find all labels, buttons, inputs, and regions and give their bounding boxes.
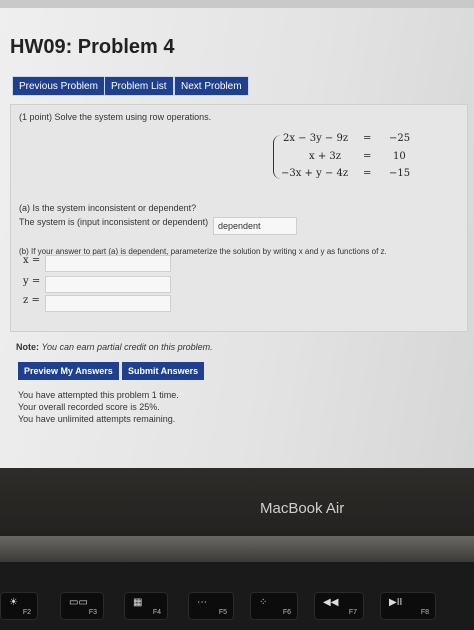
y-answer-input[interactable] [45,276,171,293]
score-status: Your overall recorded score is 25%. [18,402,160,412]
equation-1-lhs: 2x − 3y − 9z [283,133,349,144]
part-a-prompt: The system is (input inconsistent or dep… [19,217,209,227]
laptop-hinge [0,536,474,562]
brightness-up-icon: ☀ [9,597,18,608]
remaining-status: You have unlimited attempts remaining. [18,414,176,424]
problem-panel: (1 point) Solve the system using row ope… [10,104,468,332]
launchpad-icon: ▦ [133,597,143,608]
equation-2-lhs: x + 3z [309,151,342,162]
equation-1-rhs: −25 [389,133,411,144]
device-brand-label: MacBook Air [260,500,345,517]
browser-screen: HW09: Problem 4 Previous Problem Problem… [0,0,474,468]
browser-top-bar [0,0,474,8]
keyboard-light-up-key[interactable]: ⁘ F6 [250,592,298,620]
keyboard-light-up-icon: ⁘ [259,597,268,608]
attempts-status: You have attempted this problem 1 time. [18,390,179,400]
keyboard-light-down-key[interactable]: ⋯ F5 [188,592,234,620]
submit-answers-button[interactable]: Submit Answers [122,362,205,380]
play-pause-icon: ▶II [389,597,403,608]
mission-control-key[interactable]: ▭▭ F3 [60,592,104,620]
partial-credit-note: Note: You can earn partial credit on thi… [16,342,213,352]
y-label: y = [23,276,41,287]
z-answer-input[interactable] [45,295,171,312]
equation-3-rhs: −15 [389,168,411,179]
keyboard-light-down-icon: ⋯ [197,597,207,608]
previous-problem-button[interactable]: Previous Problem [12,76,105,96]
system-type-input[interactable]: dependent [213,217,297,235]
preview-answers-button[interactable]: Preview My Answers [18,362,119,380]
page-title: HW09: Problem 4 [10,36,175,58]
problem-statement: (1 point) Solve the system using row ope… [19,112,212,122]
problem-list-button[interactable]: Problem List [104,76,174,96]
equation-2-eq: = [363,151,372,162]
z-label: z = [23,295,40,306]
launchpad-key[interactable]: ▦ F4 [124,592,168,620]
mission-control-icon: ▭▭ [69,597,88,608]
play-pause-key[interactable]: ▶II F8 [380,592,436,620]
rewind-icon: ◀◀ [323,597,339,608]
equation-2-rhs: 10 [393,151,406,162]
brightness-up-key[interactable]: ☀ F2 [0,592,38,620]
equation-3-eq: = [363,168,372,179]
equation-1-eq: = [363,133,372,144]
x-answer-input[interactable] [45,255,171,272]
rewind-key[interactable]: ◀◀ F7 [314,592,364,620]
part-a-question: (a) Is the system inconsistent or depend… [19,203,197,213]
x-label: x = [23,255,41,266]
note-label: Note: [16,342,39,352]
laptop-bezel [0,468,474,536]
equation-3-lhs: −3x + y − 4z [281,168,349,179]
note-text: You can earn partial credit on this prob… [41,342,213,352]
next-problem-button[interactable]: Next Problem [174,76,249,96]
